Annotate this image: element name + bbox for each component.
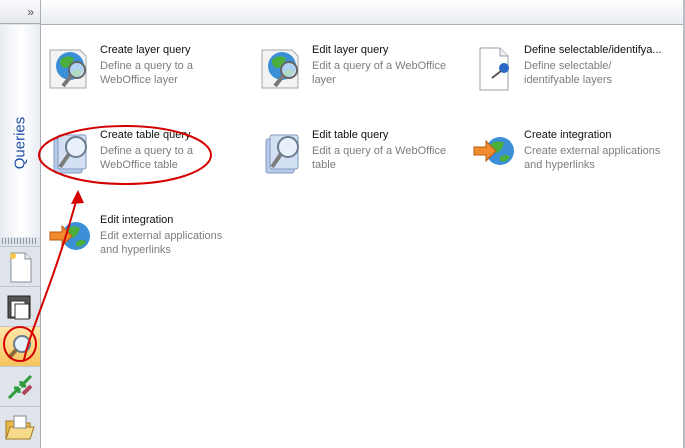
item-define-selectable[interactable]: Define selectable/identifya... Define se… bbox=[470, 44, 670, 114]
sidebar: » Queries bbox=[0, 0, 41, 448]
document-pin-icon bbox=[479, 47, 509, 91]
item-title: Create layer query bbox=[100, 44, 191, 56]
item-edit-table-query[interactable]: Edit table query Edit a query of a WebOf… bbox=[258, 129, 458, 199]
top-toolbar bbox=[41, 0, 685, 25]
item-create-table-query[interactable]: Create table query Define a query to a W… bbox=[46, 129, 246, 199]
move-arrows-icon bbox=[7, 374, 33, 399]
globe-map-search-icon bbox=[49, 49, 87, 89]
table-search-icon bbox=[53, 134, 87, 174]
item-description: Define selectable/ identifyable layers bbox=[524, 60, 613, 86]
table-search-icon bbox=[265, 134, 299, 174]
open-documents-icon bbox=[7, 295, 31, 319]
item-edit-integration[interactable]: Edit integration Edit external applicati… bbox=[46, 214, 246, 284]
item-title: Create table query bbox=[100, 129, 191, 141]
new-document-icon bbox=[10, 252, 32, 282]
item-description: Edit external applications and hyperlink… bbox=[100, 230, 223, 256]
open-folder-icon bbox=[5, 415, 35, 439]
globe-map-search-icon bbox=[261, 49, 299, 89]
tool-open-documents[interactable] bbox=[0, 286, 40, 326]
item-description: Define a query to a WebOffice table bbox=[100, 145, 193, 171]
tool-queries[interactable] bbox=[0, 326, 40, 366]
tool-open-folder[interactable] bbox=[0, 406, 40, 448]
collapse-button[interactable]: » bbox=[0, 0, 40, 24]
tool-move[interactable] bbox=[0, 366, 40, 406]
item-title: Edit integration bbox=[100, 214, 174, 226]
panel-title-area: Queries bbox=[0, 25, 40, 237]
item-create-layer-query[interactable]: Create layer query Define a query to a W… bbox=[46, 44, 246, 114]
panel-title: Queries bbox=[11, 116, 29, 170]
tool-new-document[interactable] bbox=[0, 246, 40, 286]
item-create-integration[interactable]: Create integration Create external appli… bbox=[470, 129, 670, 199]
search-icon bbox=[7, 334, 31, 359]
item-title: Create integration bbox=[524, 129, 612, 141]
globe-arrow-icon bbox=[49, 222, 90, 250]
item-title: Edit layer query bbox=[312, 44, 389, 56]
item-edit-layer-query[interactable]: Edit layer query Edit a query of a WebOf… bbox=[258, 44, 458, 114]
item-description: Define a query to a WebOffice layer bbox=[100, 60, 193, 86]
splitter-grip[interactable] bbox=[2, 238, 38, 244]
item-description: Edit a query of a WebOffice table bbox=[312, 145, 447, 171]
item-description: Edit a query of a WebOffice layer bbox=[312, 60, 447, 86]
item-title: Edit table query bbox=[312, 129, 389, 141]
globe-arrow-icon bbox=[473, 137, 514, 165]
item-title: Define selectable/identifya... bbox=[524, 44, 662, 56]
item-description: Create external applications and hyperli… bbox=[524, 145, 661, 171]
